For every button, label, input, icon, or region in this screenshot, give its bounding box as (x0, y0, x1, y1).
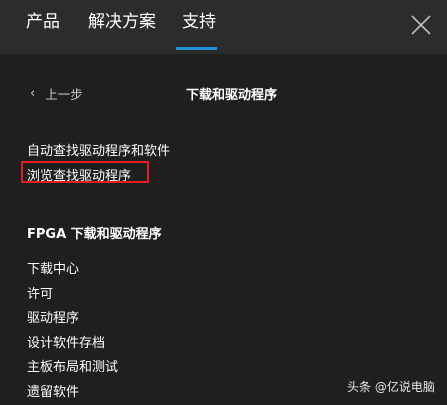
active-tab-indicator (176, 47, 217, 50)
link-board-layout-test[interactable]: 主板布局和测试 (27, 356, 118, 375)
top-navigation-bar: 产品 解决方案 支持 (0, 0, 447, 54)
link-legacy-software[interactable]: 遗留软件 (27, 381, 79, 400)
tab-support[interactable]: 支持 (182, 11, 216, 33)
auto-find-drivers-link[interactable]: 自动查找驱动程序和软件 (27, 140, 170, 159)
close-icon[interactable] (409, 13, 433, 37)
link-design-software-archive[interactable]: 设计软件存档 (27, 332, 105, 351)
fpga-section-heading: FPGA 下载和驱动程序 (27, 227, 162, 242)
watermark-text: 头条 @亿说电脑 (347, 380, 435, 394)
link-licensing[interactable]: 许可 (27, 283, 53, 302)
tab-solutions[interactable]: 解决方案 (88, 11, 156, 33)
highlight-box (21, 161, 149, 183)
page-title: 下载和驱动程序 (186, 88, 278, 103)
link-download-center[interactable]: 下载中心 (27, 258, 79, 277)
back-label: 上一步 (45, 87, 83, 102)
link-drivers[interactable]: 驱动程序 (27, 307, 79, 326)
chevron-left-icon: ‹ (30, 86, 36, 101)
tab-products[interactable]: 产品 (26, 11, 60, 33)
back-button[interactable]: ‹ 上一步 (30, 84, 83, 103)
